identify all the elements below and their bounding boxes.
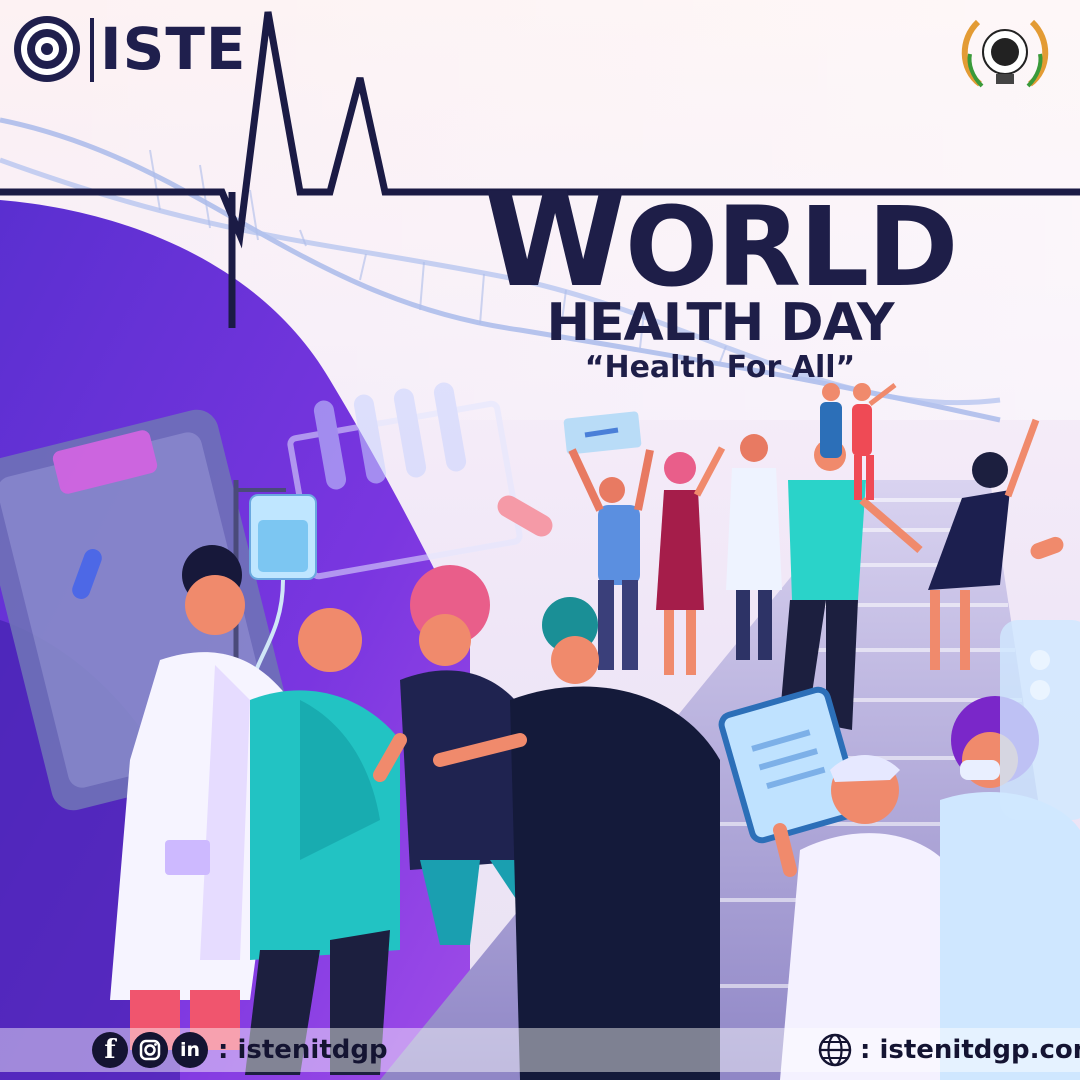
social-links: f in : istenitdgp (92, 1031, 388, 1069)
health-illustration (0, 0, 1080, 1080)
figure-red-dress (656, 446, 726, 675)
poster: ISTE WORLD HEALTH DAY “Health For All” f… (0, 0, 1080, 1080)
pill (1030, 536, 1064, 560)
instagram-icon[interactable] (132, 1032, 168, 1068)
website-link: : istenitdgp.com (818, 1031, 1080, 1069)
website-url[interactable]: : istenitdgp.com (860, 1035, 1080, 1065)
title-theme: “Health For All” (584, 350, 856, 385)
facebook-icon[interactable]: f (92, 1032, 128, 1068)
monitor-dot (1030, 680, 1050, 700)
title-block: WORLD HEALTH DAY “Health For All” (470, 175, 970, 386)
institute-emblem (961, 19, 1049, 88)
title-world: WORLD (470, 175, 970, 305)
social-handle[interactable]: : istenitdgp (218, 1035, 388, 1065)
title-world-rest: ORLD (624, 183, 959, 311)
iste-seal-logo (14, 16, 80, 82)
linkedin-icon[interactable]: in (172, 1032, 208, 1068)
monitor-dot (1030, 650, 1050, 670)
logo-divider (90, 18, 94, 82)
pill (497, 495, 553, 537)
globe-icon (818, 1033, 852, 1067)
iste-wordmark: ISTE (100, 15, 247, 83)
